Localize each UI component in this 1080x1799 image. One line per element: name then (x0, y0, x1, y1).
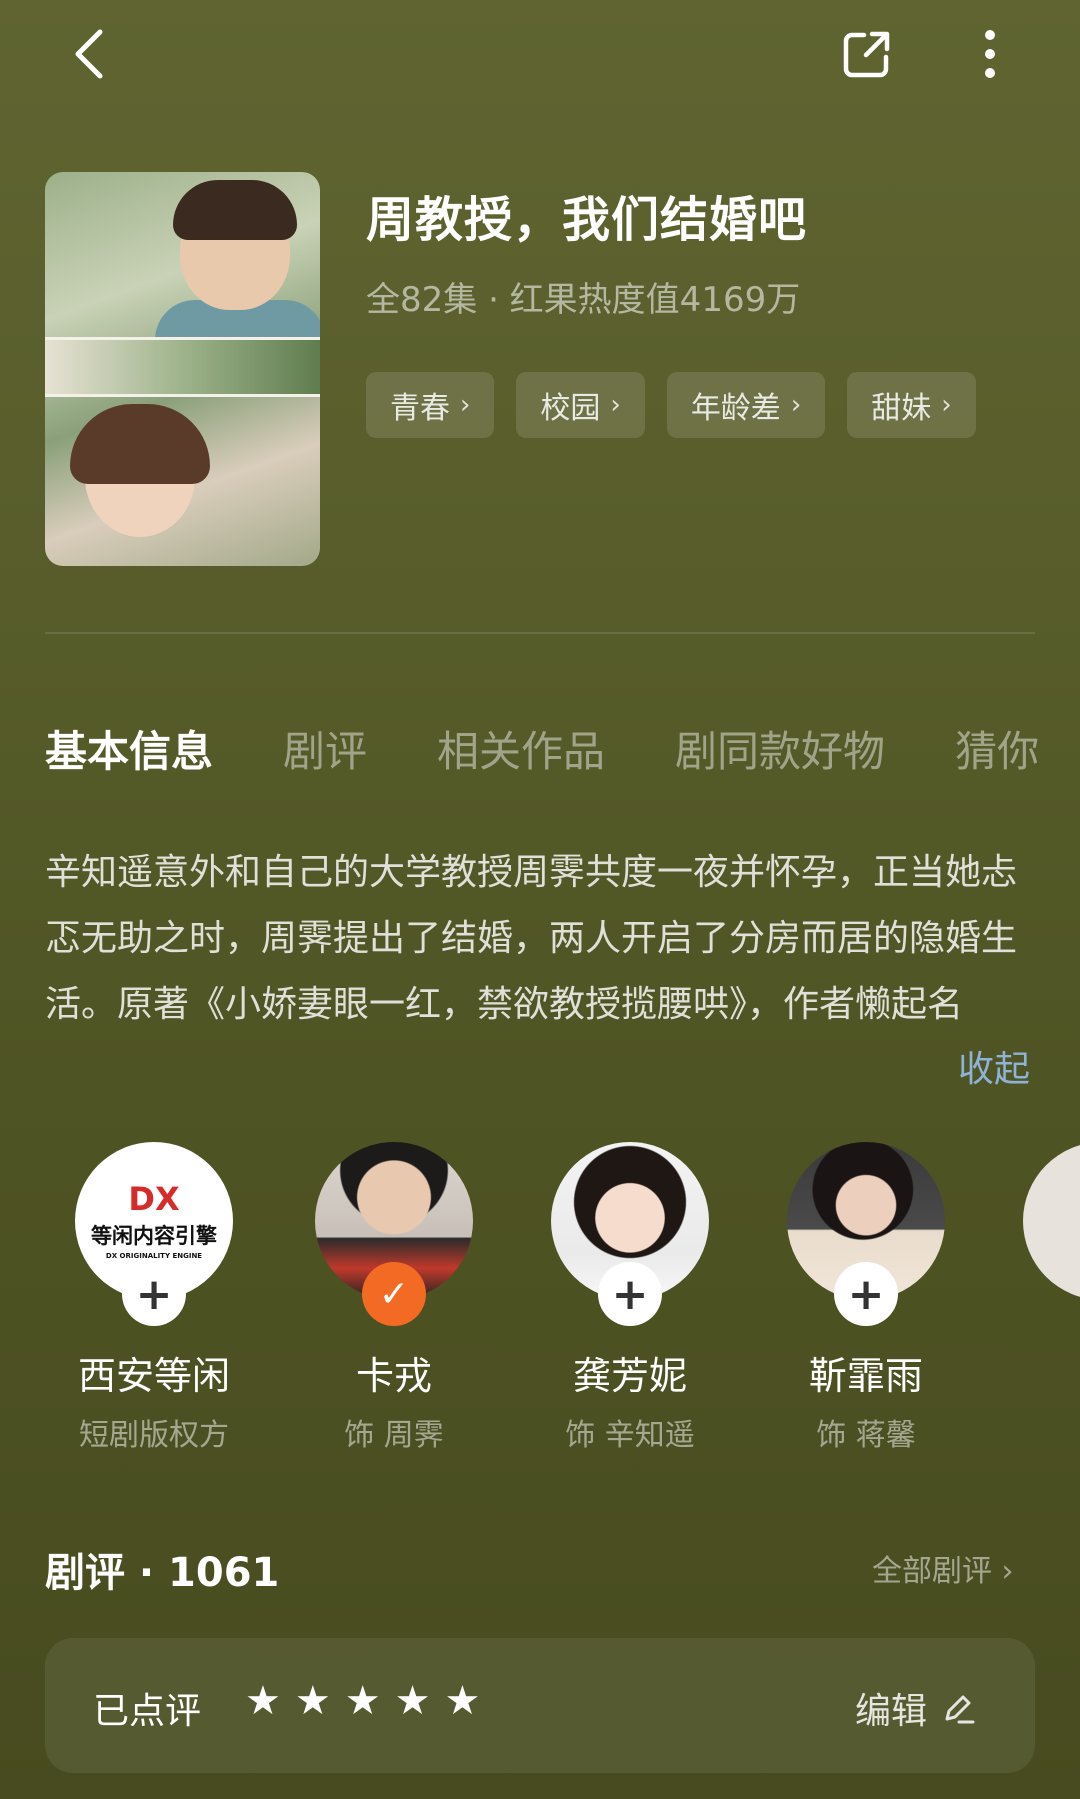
rated-label: 已点评 (93, 1691, 202, 1732)
tab-merch[interactable]: 剧同款好物 (675, 718, 885, 779)
star-icon[interactable]: ★ (245, 1678, 281, 1724)
cast-role: 饰 辛知遥 (565, 1418, 695, 1453)
collapse-link[interactable]: 收起 (958, 1040, 1030, 1092)
cast-name: 靳霏雨 (808, 1354, 923, 1398)
tag-label: 校园 (540, 391, 601, 426)
top-bar (0, 0, 1080, 110)
divider (45, 632, 1035, 634)
cast-name: 龚芳妮 (572, 1354, 687, 1398)
dx-logo-icon: DX (128, 1180, 180, 1218)
drama-title: 周教授，我们结婚吧 (366, 192, 808, 248)
chevron-right-icon: › (460, 390, 471, 420)
follow-plus-icon[interactable]: + (834, 1262, 898, 1326)
tag-qingchun[interactable]: 青春 › (366, 372, 495, 438)
tag-label: 青春 (390, 391, 450, 426)
reviews-heading: 剧评 · 1061 (45, 1550, 280, 1596)
drama-poster[interactable] (45, 172, 320, 566)
cast-role: 饰 蒋馨 (816, 1418, 916, 1453)
poster-figure (70, 404, 210, 484)
edit-label: 编辑 (855, 1691, 928, 1732)
avatar[interactable] (1023, 1142, 1080, 1300)
followed-check-icon[interactable]: ✓ (362, 1262, 426, 1326)
follow-plus-icon[interactable]: + (122, 1262, 186, 1326)
tab-related-works[interactable]: 相关作品 (437, 718, 605, 779)
poster-figure (173, 180, 297, 240)
all-reviews-link[interactable]: 全部剧评 › (872, 1546, 1014, 1590)
tag-tianmei[interactable]: 甜妹 › (847, 372, 976, 438)
star-icon[interactable]: ★ (345, 1678, 381, 1724)
rating-stars[interactable]: ★ ★ ★ ★ ★ (245, 1678, 480, 1724)
tag-xiaoyuan[interactable]: 校园 › (516, 372, 645, 438)
share-icon[interactable] (835, 22, 899, 86)
star-icon[interactable]: ★ (444, 1678, 480, 1724)
logo-subtext: DX ORIGINALITY ENGINE (105, 1252, 203, 1260)
more-vertical-icon[interactable] (960, 22, 1020, 86)
description-text: 辛知遥意外和自己的大学教授周霁共度一夜并怀孕，正当她忐忑无助之时，周霁提出了结婚… (45, 852, 1018, 1025)
chevron-right-icon: › (610, 390, 621, 420)
my-review-card[interactable]: 已点评 ★ ★ ★ ★ ★ 编辑 (45, 1638, 1035, 1773)
cast-name: 卡戎 (355, 1354, 432, 1398)
poster-scene-strip (45, 337, 320, 397)
cast-role: 短剧版权方 (79, 1418, 229, 1453)
follow-plus-icon[interactable]: + (598, 1262, 662, 1326)
cast-role: 饰 周霁 (344, 1418, 444, 1453)
chevron-right-icon: › (941, 390, 952, 420)
tag-nianlingcha[interactable]: 年龄差 › (666, 372, 826, 438)
star-icon[interactable]: ★ (295, 1678, 331, 1724)
tab-basic-info[interactable]: 基本信息 (45, 718, 213, 779)
cast-name: 西安等闲 (77, 1354, 230, 1398)
star-icon[interactable]: ★ (395, 1678, 431, 1724)
chevron-right-icon: › (790, 390, 802, 420)
drama-meta: 全82集 · 红果热度值4169万 (366, 280, 801, 320)
tab-guess-you-like[interactable]: 猜你 (955, 718, 1039, 779)
all-reviews-label: 全部剧评 (872, 1554, 992, 1589)
edit-button[interactable]: 编辑 (855, 1682, 975, 1734)
tab-reviews[interactable]: 剧评 (283, 718, 367, 779)
cast-list: DX 等闲内容引擎 DX ORIGINALITY ENGINE + 西安等闲 短… (0, 1140, 1080, 1460)
back-chevron-icon[interactable] (60, 22, 120, 86)
pencil-icon (945, 1695, 975, 1724)
tag-label: 甜妹 (871, 391, 932, 426)
tag-list: 青春 › 校园 › 年龄差 › 甜妹 › (366, 372, 976, 438)
chevron-right-icon: › (1001, 1554, 1014, 1589)
tab-bar: 基本信息 剧评 相关作品 剧同款好物 猜你 (45, 718, 1039, 779)
logo-text: 等闲内容引擎 (91, 1224, 217, 1248)
tag-label: 年龄差 (690, 391, 781, 426)
